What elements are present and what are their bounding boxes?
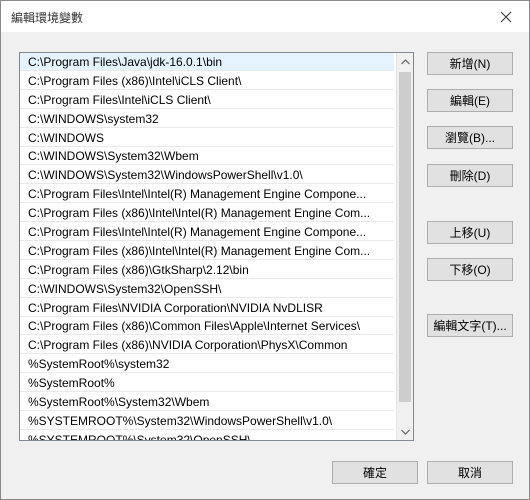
path-list-item[interactable]: %SYSTEMROOT%\System32\WindowsPowerShell\…	[20, 412, 394, 430]
edit-button[interactable]: 編輯(E)	[427, 89, 513, 112]
path-list-item[interactable]: C:\Program Files\Java\jdk-16.0.1\bin	[20, 53, 394, 71]
path-list-item[interactable]: C:\Program Files (x86)\Intel\Intel(R) Ma…	[20, 204, 394, 223]
browse-button[interactable]: 瀏覽(B)...	[427, 126, 513, 149]
path-listbox[interactable]: C:\Program Files\Java\jdk-16.0.1\bin C:\P…	[19, 52, 414, 441]
move-up-button[interactable]: 上移(U)	[427, 221, 513, 244]
ok-button[interactable]: 確定	[332, 461, 418, 484]
vertical-scrollbar[interactable]	[396, 53, 413, 440]
scroll-up-button[interactable]	[397, 53, 413, 70]
chevron-up-icon	[401, 58, 410, 64]
path-list-item[interactable]: C:\Program Files (x86)\Common Files\Appl…	[20, 317, 394, 336]
path-list-item[interactable]: C:\Program Files\Intel\Intel(R) Manageme…	[20, 223, 394, 242]
new-button[interactable]: 新增(N)	[427, 52, 513, 75]
delete-button[interactable]: 刪除(D)	[427, 164, 513, 187]
move-down-button[interactable]: 下移(O)	[427, 258, 513, 281]
path-list-item[interactable]: C:\Program Files (x86)\GtkSharp\2.12\bin	[20, 261, 394, 279]
path-list-item[interactable]: C:\Program Files (x86)\Intel\Intel(R) Ma…	[20, 242, 394, 260]
path-list-item[interactable]: C:\WINDOWS\System32\WindowsPowerShell\v1…	[20, 166, 394, 185]
close-button[interactable]	[483, 1, 529, 32]
path-list-item[interactable]: C:\Program Files\Intel\Intel(R) Manageme…	[20, 185, 394, 204]
path-list-item[interactable]: C:\Program Files\Intel\iCLS Client\	[20, 91, 394, 109]
path-list-item[interactable]: %SYSTEMROOT%\System32\OpenSSH\	[20, 431, 394, 440]
path-list-rows: C:\Program Files\Java\jdk-16.0.1\bin C:\P…	[20, 53, 394, 440]
path-list-item[interactable]: %SystemRoot%\System32\Wbem	[20, 393, 394, 412]
cancel-button[interactable]: 取消	[427, 461, 513, 484]
path-list-item[interactable]: C:\WINDOWS\System32\OpenSSH\	[20, 280, 394, 298]
path-list-item[interactable]: C:\WINDOWS	[20, 129, 394, 147]
chevron-down-icon	[401, 429, 410, 435]
edit-environment-variable-dialog: 編輯環境變數 C:\Program Files\Java\jdk-16.0.1\…	[0, 0, 530, 500]
edit-text-button[interactable]: 編輯文字(T)...	[427, 314, 513, 337]
path-list-item[interactable]: C:\Program Files\NVIDIA Corporation\NVID…	[20, 299, 394, 317]
path-list-item[interactable]: C:\Program Files (x86)\NVIDIA Corporatio…	[20, 336, 394, 355]
path-list-item[interactable]: C:\Program Files (x86)\Intel\iCLS Client…	[20, 72, 394, 90]
scrollbar-thumb[interactable]	[399, 72, 411, 402]
path-list-item[interactable]: %SystemRoot%\system32	[20, 355, 394, 374]
close-icon	[500, 11, 512, 22]
title-bar: 編輯環境變數	[1, 1, 529, 32]
path-list-item[interactable]: C:\WINDOWS\System32\Wbem	[20, 147, 394, 166]
path-list-item[interactable]: %SystemRoot%	[20, 374, 394, 393]
dialog-title: 編輯環境變數	[11, 11, 84, 25]
path-list-item[interactable]: C:\WINDOWS\system32	[20, 110, 394, 128]
scroll-down-button[interactable]	[397, 423, 413, 440]
